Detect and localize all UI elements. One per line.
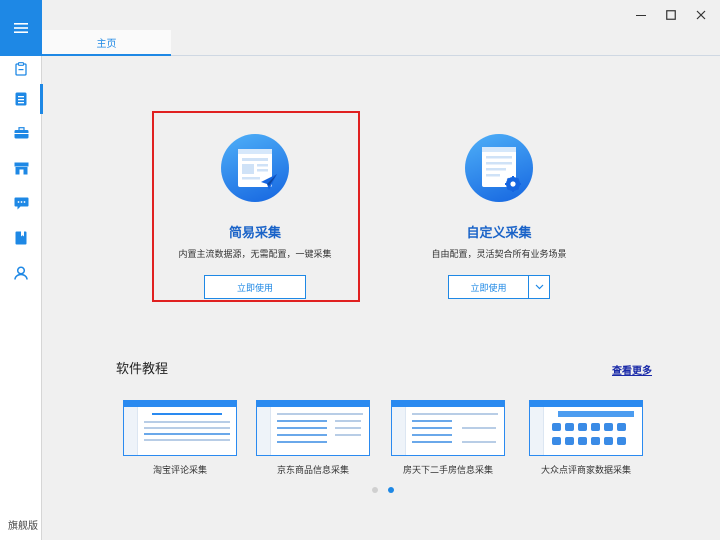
clipboard-icon bbox=[15, 62, 27, 76]
tutorial-thumbnail bbox=[391, 400, 505, 456]
tutorial-card-2[interactable]: 京东商品信息采集 bbox=[256, 400, 370, 476]
edition-label: 旗舰版 bbox=[8, 521, 38, 532]
pager-dot-1[interactable] bbox=[372, 487, 378, 493]
close-button[interactable] bbox=[692, 6, 710, 24]
title-bar bbox=[42, 0, 720, 30]
sidebar-item-tutorials[interactable] bbox=[0, 221, 42, 255]
tutorial-card-4[interactable]: 大众点评商家数据采集 bbox=[529, 400, 643, 476]
view-more-link[interactable]: 查看更多 bbox=[612, 362, 652, 377]
document-icon bbox=[15, 92, 27, 106]
custom-collect-card: 自定义采集 自由配置，灵活契合所有业务场景 立即使用 bbox=[394, 134, 604, 299]
tutorial-label: 大众点评商家数据采集 bbox=[540, 465, 631, 475]
tutorial-thumbnail bbox=[529, 400, 643, 456]
carousel-pager bbox=[372, 487, 394, 493]
tutorial-card-1[interactable]: 淘宝评论采集 bbox=[123, 400, 237, 476]
tab-home[interactable]: 主页 bbox=[42, 30, 171, 56]
sidebar-item-messages[interactable] bbox=[0, 186, 42, 220]
tutorial-label: 京东商品信息采集 bbox=[276, 465, 349, 475]
tutorial-label: 淘宝评论采集 bbox=[152, 465, 207, 475]
chat-icon bbox=[14, 197, 28, 209]
tutorial-label: 房天下二手房信息采集 bbox=[402, 465, 493, 475]
tab-bar: 主页 bbox=[42, 30, 720, 56]
store-icon bbox=[14, 162, 28, 174]
user-icon bbox=[14, 266, 28, 280]
custom-collect-button-group: 立即使用 bbox=[448, 275, 550, 299]
minimize-icon bbox=[636, 15, 646, 16]
sidebar-item-account[interactable] bbox=[0, 256, 42, 290]
menu-button[interactable] bbox=[0, 0, 42, 56]
tutorial-thumbnail bbox=[256, 400, 370, 456]
custom-collect-title: 自定义采集 bbox=[466, 225, 532, 240]
custom-collect-dropdown[interactable] bbox=[528, 275, 550, 299]
book-icon bbox=[15, 231, 27, 245]
custom-collect-icon bbox=[465, 134, 533, 202]
tutorials-title: 软件教程 bbox=[116, 361, 169, 376]
sidebar: 旗舰版 bbox=[0, 0, 43, 540]
tutorial-thumbnail bbox=[123, 400, 237, 456]
sidebar-item-clipboard[interactable] bbox=[0, 52, 42, 86]
sidebar-item-market[interactable] bbox=[0, 151, 42, 185]
maximize-icon bbox=[666, 10, 676, 20]
custom-collect-use-button[interactable]: 立即使用 bbox=[448, 275, 528, 299]
sidebar-item-toolbox[interactable] bbox=[0, 116, 42, 150]
minimize-button[interactable] bbox=[632, 6, 650, 24]
pager-dot-2[interactable] bbox=[388, 487, 394, 493]
tutorial-card-3[interactable]: 房天下二手房信息采集 bbox=[391, 400, 505, 476]
briefcase-icon bbox=[14, 127, 28, 139]
custom-collect-desc: 自由配置，灵活契合所有业务场景 bbox=[431, 249, 567, 259]
close-icon bbox=[696, 10, 706, 20]
maximize-button[interactable] bbox=[662, 6, 680, 24]
highlight-frame bbox=[152, 111, 360, 302]
menu-icon bbox=[14, 23, 28, 33]
sidebar-item-tasks[interactable] bbox=[0, 82, 43, 116]
chevron-down-icon bbox=[535, 284, 543, 290]
